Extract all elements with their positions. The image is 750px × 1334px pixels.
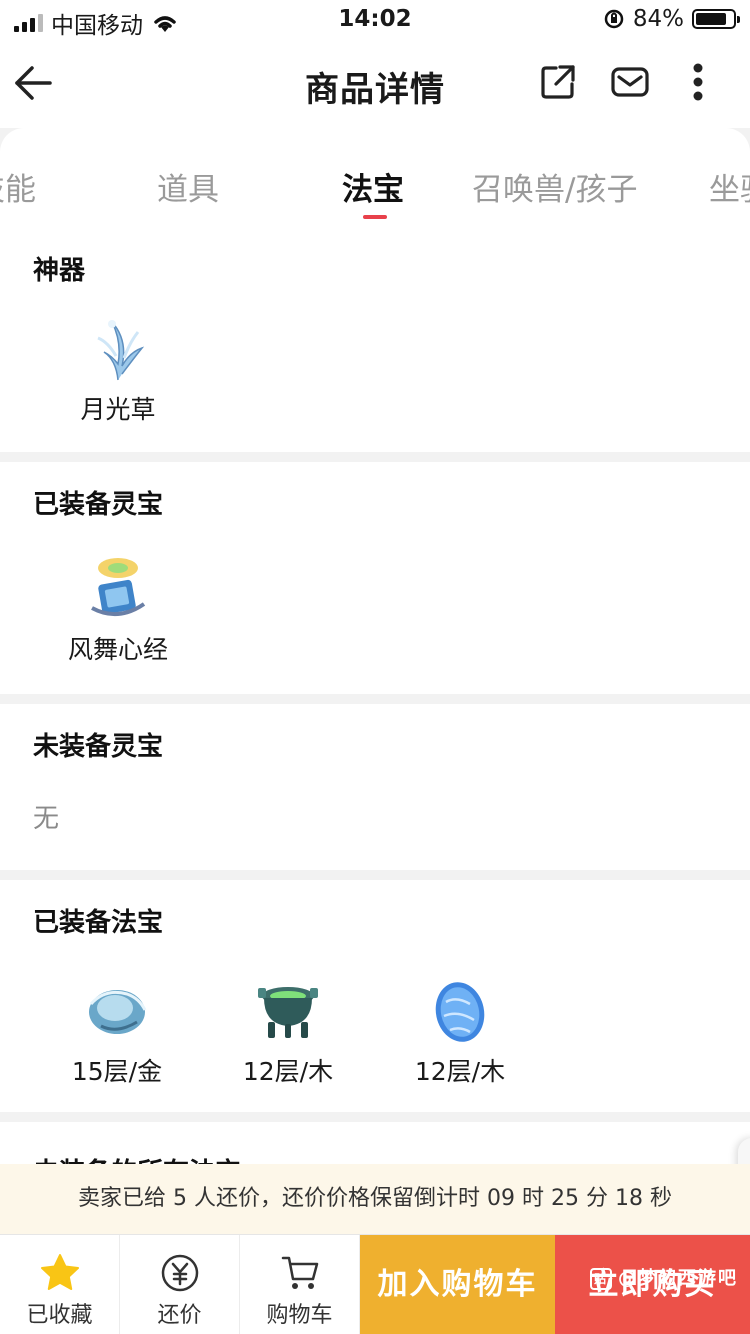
battery-icon — [692, 9, 740, 29]
content-area: 技能 道具 法宝 召唤兽/孩子 坐骑 神器 月光草 已装备灵宝 — [0, 128, 750, 1164]
section-title: 未装备的所有法宝 — [33, 1152, 241, 1164]
lingbao-item[interactable]: 风舞心经 — [43, 552, 193, 666]
tab-skills[interactable]: 技能 — [0, 164, 36, 209]
tieba-badge-icon: 贴 — [590, 1268, 612, 1290]
section-equipped-fabao: 已装备法宝 15层/金 12层/木 12层/木 — [0, 880, 750, 1112]
more-icon[interactable] — [680, 62, 716, 102]
favorite-label: 已收藏 — [26, 1303, 93, 1328]
item-name: 15层/金 — [71, 1057, 163, 1086]
watermark: 贴 @梦幻西游吧 — [590, 1229, 738, 1329]
tab-mounts[interactable]: 坐骑 — [709, 164, 750, 209]
fabao-item[interactable]: 12层/木 — [213, 974, 363, 1088]
blue-egg-fabao-icon — [435, 982, 485, 1042]
empty-placeholder: 无 — [33, 804, 60, 834]
bronze-cauldron-fabao-icon — [258, 987, 318, 1038]
buy-now-button[interactable]: 立即购买 贴 @梦幻西游吧 — [555, 1235, 750, 1334]
status-bar: 中国移动 14:02 84% — [0, 0, 750, 42]
section-title: 神器 — [33, 256, 86, 286]
star-icon — [40, 1254, 79, 1290]
item-name: 12层/木 — [414, 1057, 506, 1086]
section-title: 未装备灵宝 — [33, 732, 164, 762]
item-name: 风舞心经 — [67, 635, 168, 664]
message-icon[interactable] — [610, 62, 650, 102]
wind-dance-scripture-icon — [91, 558, 146, 616]
share-icon[interactable] — [538, 62, 578, 102]
section-title: 已装备灵宝 — [33, 490, 164, 520]
cart-button[interactable]: 购物车 — [240, 1235, 360, 1334]
tab-pets-children[interactable]: 召唤兽/孩子 — [472, 164, 637, 209]
fabao-item[interactable]: 12层/木 — [385, 974, 535, 1088]
section-equipped-lingbao: 已装备灵宝 风舞心经 — [0, 462, 750, 694]
battery-percent: 84% — [632, 6, 684, 32]
active-tab-indicator — [363, 215, 387, 219]
counter-offer-label: 还价 — [157, 1303, 202, 1328]
nav-bar: 商品详情 — [0, 42, 750, 128]
category-tabs: 技能 道具 法宝 召唤兽/孩子 坐骑 — [0, 128, 750, 228]
tab-items[interactable]: 道具 — [157, 164, 219, 209]
watermark-text: @梦幻西游吧 — [618, 1268, 738, 1289]
section-title: 已装备法宝 — [33, 908, 164, 938]
favorite-button[interactable]: 已收藏 — [0, 1235, 120, 1334]
blue-orb-fabao-icon — [89, 990, 147, 1034]
tab-fabao[interactable]: 法宝 — [342, 164, 404, 209]
section-artifact: 神器 月光草 — [0, 228, 750, 452]
add-to-cart-button[interactable]: 加入购物车 — [360, 1235, 555, 1334]
section-unequipped-lingbao: 未装备灵宝 无 — [0, 704, 750, 870]
cart-label: 购物车 — [266, 1303, 333, 1328]
section-unequipped-fabao: 未装备的所有法宝 — [0, 1122, 750, 1164]
artifact-item[interactable]: 月光草 — [43, 312, 193, 426]
counter-offer-button[interactable]: 还价 — [120, 1235, 240, 1334]
item-name: 12层/木 — [242, 1057, 334, 1086]
counter-offer-notice: 卖家已给 5 人还价，还价价格保留倒计时 09 时 25 分 18 秒 — [0, 1164, 750, 1234]
orientation-lock-icon — [604, 9, 624, 29]
status-right: 84% — [603, 6, 740, 32]
yuan-icon — [161, 1254, 198, 1292]
moonlight-grass-icon — [97, 320, 145, 381]
cart-icon — [281, 1256, 318, 1289]
item-name: 月光草 — [80, 395, 156, 424]
bottom-action-bar: 已收藏 还价 购物车 加入购物车 立即购买 贴 @梦幻西游吧 — [0, 1234, 750, 1334]
fabao-item[interactable]: 15层/金 — [42, 974, 192, 1088]
